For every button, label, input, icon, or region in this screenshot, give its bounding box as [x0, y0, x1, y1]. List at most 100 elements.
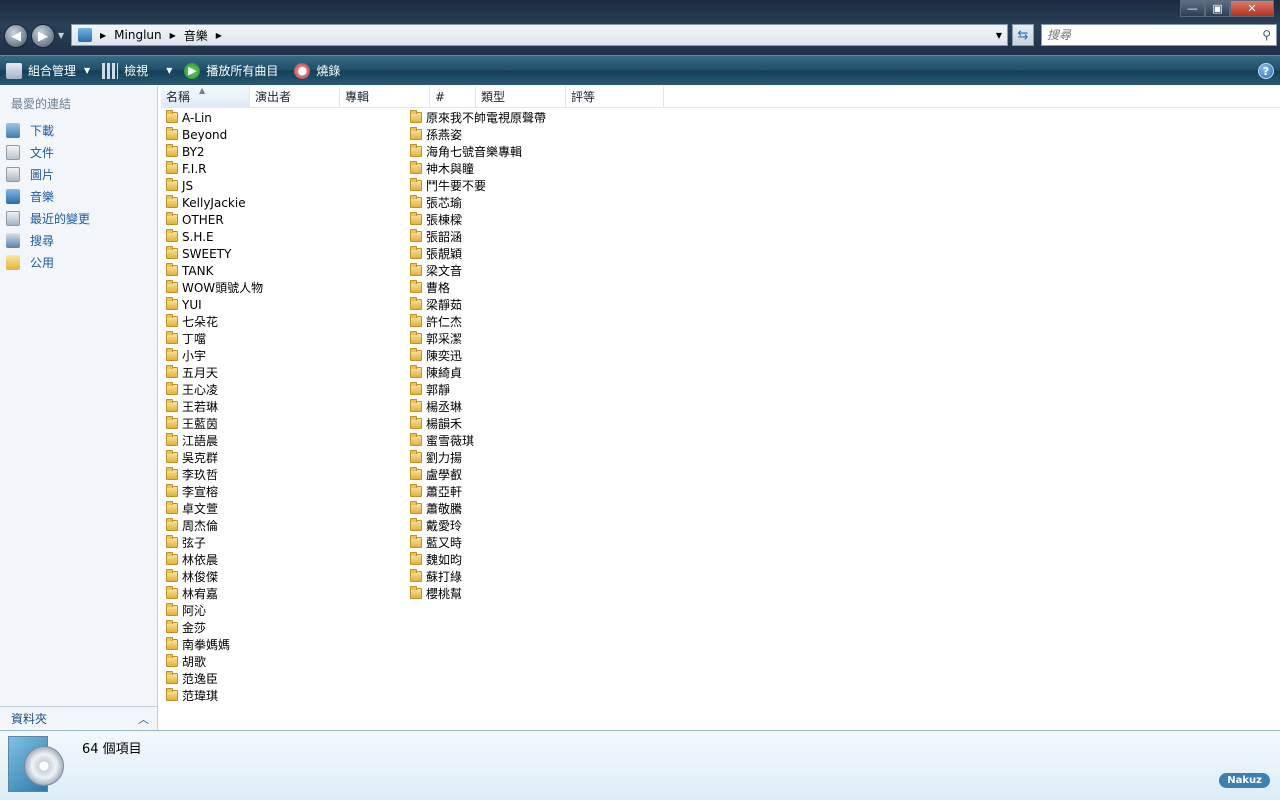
close-button[interactable]: ✕: [1230, 0, 1274, 17]
folder-item[interactable]: 曹格: [410, 279, 546, 296]
folder-item[interactable]: 蜜雪薇琪: [410, 432, 546, 449]
folder-item[interactable]: 梁文音: [410, 262, 546, 279]
breadcrumb-user[interactable]: Minglun: [114, 28, 161, 42]
folder-item[interactable]: OTHER: [166, 211, 263, 228]
forward-button[interactable]: ▶: [31, 24, 55, 48]
address-dropdown-icon[interactable]: ▼: [996, 31, 1002, 40]
folder-item[interactable]: 弦子: [166, 534, 263, 551]
folder-item[interactable]: 胡歌: [166, 653, 263, 670]
folder-item[interactable]: 李玖哲: [166, 466, 263, 483]
folder-item[interactable]: 盧學叡: [410, 466, 546, 483]
folder-item[interactable]: 許仁杰: [410, 313, 546, 330]
folder-item[interactable]: BY2: [166, 143, 263, 160]
column-name[interactable]: ▲ 名稱: [161, 86, 250, 108]
breadcrumb-music[interactable]: 音樂: [184, 27, 208, 44]
folder-item[interactable]: 七朵花: [166, 313, 263, 330]
folder-item[interactable]: 楊丞琳: [410, 398, 546, 415]
maximize-button[interactable]: ▣: [1205, 0, 1230, 17]
folder-item[interactable]: 蕭敬騰: [410, 500, 546, 517]
fav-item-recent[interactable]: 最近的變更: [6, 207, 90, 229]
folder-item[interactable]: 林宥嘉: [166, 585, 263, 602]
column-rating[interactable]: 評等: [566, 86, 664, 108]
column-artist[interactable]: 演出者: [250, 86, 340, 108]
folder-item[interactable]: 海角七號音樂專輯: [410, 143, 546, 160]
folder-item[interactable]: 李宣榕: [166, 483, 263, 500]
folder-item[interactable]: 楊韻禾: [410, 415, 546, 432]
folder-item[interactable]: 藍又時: [410, 534, 546, 551]
help-button[interactable]: ?: [1258, 63, 1274, 79]
folders-toggle[interactable]: 資料夾 ︿: [0, 706, 157, 730]
folder-item[interactable]: 江語晨: [166, 432, 263, 449]
folder-item[interactable]: 郭靜: [410, 381, 546, 398]
recent-pages-dropdown[interactable]: ▼: [58, 31, 64, 40]
folder-item[interactable]: 陳綺貞: [410, 364, 546, 381]
fav-item-pictures[interactable]: 圖片: [6, 163, 90, 185]
folder-item[interactable]: 戴愛玲: [410, 517, 546, 534]
folder-item[interactable]: 金莎: [166, 619, 263, 636]
play-all-button[interactable]: ▶ 播放所有曲目: [178, 56, 284, 86]
organize-button[interactable]: 組合管理 ▼: [0, 56, 96, 86]
folder-item[interactable]: 南拳媽媽: [166, 636, 263, 653]
column-type[interactable]: 類型: [476, 86, 566, 108]
folder-item[interactable]: 王若琳: [166, 398, 263, 415]
folder-item[interactable]: 小宇: [166, 347, 263, 364]
folder-item[interactable]: 原來我不帥電視原聲帶: [410, 109, 546, 126]
folder-item[interactable]: 張棟樑: [410, 211, 546, 228]
address-bar[interactable]: ▶ Minglun ▶ 音樂 ▶ ▼: [71, 24, 1008, 46]
folder-item[interactable]: YUI: [166, 296, 263, 313]
refresh-button[interactable]: ⇆: [1012, 24, 1034, 46]
breadcrumb-chevron-icon[interactable]: ▶: [170, 31, 176, 40]
folder-item[interactable]: JS: [166, 177, 263, 194]
folder-item[interactable]: F.I.R: [166, 160, 263, 177]
search-input[interactable]: [1042, 28, 1247, 42]
folder-item[interactable]: 蕭亞軒: [410, 483, 546, 500]
back-button[interactable]: ◀: [4, 24, 28, 48]
folder-item[interactable]: 櫻桃幫: [410, 585, 546, 602]
folder-item[interactable]: TANK: [166, 262, 263, 279]
search-box[interactable]: ⚲: [1041, 24, 1277, 46]
breadcrumb-chevron-icon[interactable]: ▶: [100, 31, 106, 40]
minimize-button[interactable]: —: [1180, 0, 1205, 17]
fav-item-documents[interactable]: 文件: [6, 141, 90, 163]
folder-item[interactable]: WOW頭號人物: [166, 279, 263, 296]
folder-item[interactable]: 卓文萱: [166, 500, 263, 517]
folder-item[interactable]: 梁靜茹: [410, 296, 546, 313]
folder-item[interactable]: 林依晨: [166, 551, 263, 568]
folder-item[interactable]: 五月天: [166, 364, 263, 381]
folder-item[interactable]: 陳奕迅: [410, 347, 546, 364]
folder-item[interactable]: 神木與瞳: [410, 160, 546, 177]
folder-item[interactable]: KellyJackie: [166, 194, 263, 211]
views-button[interactable]: 檢視 ▼: [96, 56, 178, 86]
folder-item[interactable]: 周杰倫: [166, 517, 263, 534]
folder-item[interactable]: 孫燕姿: [410, 126, 546, 143]
folder-item[interactable]: 魏如昀: [410, 551, 546, 568]
folder-item[interactable]: 范瑋琪: [166, 687, 263, 704]
folder-item[interactable]: 阿沁: [166, 602, 263, 619]
breadcrumb-chevron-icon[interactable]: ▶: [216, 31, 222, 40]
column-album[interactable]: 專輯: [340, 86, 430, 108]
folder-item[interactable]: Beyond: [166, 126, 263, 143]
folder-item[interactable]: 王藍茵: [166, 415, 263, 432]
fav-item-downloads[interactable]: 下載: [6, 119, 90, 141]
folder-item[interactable]: 張芯瑜: [410, 194, 546, 211]
folder-item[interactable]: 吳克群: [166, 449, 263, 466]
magnifier-icon[interactable]: ⚲: [1262, 28, 1271, 42]
fav-item-music[interactable]: 音樂: [6, 185, 90, 207]
fav-item-public[interactable]: 公用: [6, 251, 90, 273]
folder-item[interactable]: A-Lin: [166, 109, 263, 126]
column-number[interactable]: #: [430, 86, 476, 108]
folder-item[interactable]: S.H.E: [166, 228, 263, 245]
folder-item[interactable]: 劉力揚: [410, 449, 546, 466]
folder-item[interactable]: 郭采潔: [410, 330, 546, 347]
folder-item[interactable]: 范逸臣: [166, 670, 263, 687]
folder-item[interactable]: 林俊傑: [166, 568, 263, 585]
folder-item[interactable]: 王心凌: [166, 381, 263, 398]
folder-item[interactable]: 張靚穎: [410, 245, 546, 262]
folder-item[interactable]: 鬥牛要不要: [410, 177, 546, 194]
folder-item[interactable]: 張韶涵: [410, 228, 546, 245]
burn-button[interactable]: ● 燒錄: [288, 56, 346, 86]
folder-item[interactable]: 丁噹: [166, 330, 263, 347]
fav-item-searches[interactable]: 搜尋: [6, 229, 90, 251]
folder-item[interactable]: SWEETY: [166, 245, 263, 262]
folder-item[interactable]: 蘇打綠: [410, 568, 546, 585]
